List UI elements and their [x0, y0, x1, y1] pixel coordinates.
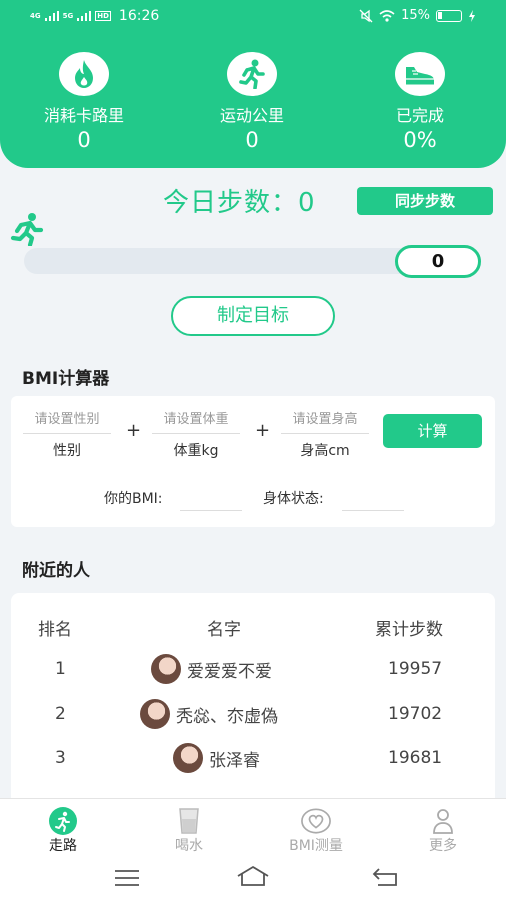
clock: 16:26: [118, 8, 160, 24]
charging-icon: [469, 9, 475, 22]
table-row[interactable]: 爱爱爱不爱: [151, 654, 272, 684]
stat-calories: 消耗卡路里 0: [0, 52, 168, 152]
stat-value: 0: [245, 128, 259, 152]
body-status-label: 身体状态:: [263, 491, 324, 507]
tab-more[interactable]: 更多: [380, 807, 506, 855]
table-row[interactable]: 秃惢、夵虚偽: [140, 699, 278, 729]
row-steps: 19957: [388, 659, 443, 679]
mute-icon: [359, 9, 373, 22]
stat-value: 0%: [403, 128, 437, 152]
stat-label: 运动公里: [219, 106, 284, 125]
stats-row: 消耗卡路里 0 运动公里 0 已完成 0%: [0, 52, 506, 152]
weight-placeholder: 请设置体重: [152, 408, 240, 434]
height-field[interactable]: 请设置身高 身高cm: [281, 408, 369, 460]
sync-steps-button[interactable]: 同步步数: [357, 187, 493, 215]
status-bar: 4G 5G HD 16:26 15%: [0, 0, 506, 32]
wifi-icon: [379, 9, 395, 22]
stat-distance: 运动公里 0: [168, 52, 336, 152]
tab-label: 走路: [49, 838, 77, 854]
row-rank: 1: [55, 659, 66, 679]
walk-icon: [48, 807, 78, 835]
table-row[interactable]: 张泽睿: [173, 743, 260, 773]
network-2-label: 5G: [62, 12, 74, 20]
step-progress-value: 0: [395, 245, 481, 278]
row-steps: 19702: [388, 704, 443, 724]
today-steps-count: 0: [298, 188, 316, 218]
stat-value: 0: [77, 128, 91, 152]
bottom-tab-bar: 走路 喝水 BMI测量 更多: [0, 798, 506, 900]
row-steps: 19681: [388, 748, 443, 768]
row-name: 张泽睿: [209, 750, 260, 771]
tab-walk[interactable]: 走路: [0, 807, 126, 855]
header-name: 名字: [207, 620, 241, 640]
tab-label: 更多: [429, 838, 457, 854]
hd-badge: HD: [95, 11, 111, 21]
back-icon[interactable]: [372, 867, 398, 887]
set-goal-button[interactable]: 制定目标: [171, 296, 335, 336]
body-status-field: [342, 510, 404, 511]
header-steps: 累计步数: [375, 620, 443, 640]
person-icon: [428, 807, 458, 835]
heart-icon: [301, 807, 331, 835]
bmi-card: 请设置性别 性别 + 请设置体重 体重kg + 请设置身高 身高cm 计算 你的…: [11, 396, 495, 527]
tab-water[interactable]: 喝水: [126, 807, 252, 855]
tab-label: 喝水: [175, 838, 203, 854]
avatar: [173, 743, 203, 773]
bmi-section-title: BMI计算器: [22, 369, 110, 389]
today-steps-label: 今日步数：: [163, 188, 299, 218]
network-1-label: 4G: [30, 12, 41, 20]
stat-completed: 已完成 0%: [336, 52, 504, 152]
avatar: [151, 654, 181, 684]
cup-icon: [174, 807, 204, 835]
tab-label: BMI测量: [289, 838, 343, 854]
calculate-button[interactable]: 计算: [383, 414, 482, 448]
runner-icon: [227, 52, 277, 96]
stat-label: 已完成: [395, 106, 444, 125]
stat-label: 消耗卡路里: [43, 106, 124, 125]
bmi-result-label: 你的BMI:: [104, 491, 163, 507]
gender-label: 性别: [53, 443, 81, 459]
height-placeholder: 请设置身高: [281, 408, 369, 434]
row-rank: 3: [55, 748, 66, 768]
plus-sign: +: [126, 420, 142, 441]
header-panel: 4G 5G HD 16:26 15% 消耗卡路里 0 运动公里 0 已完成 0%: [0, 0, 506, 168]
menu-icon[interactable]: [114, 869, 140, 887]
signal-icon: [44, 11, 59, 21]
battery-percent: 15%: [401, 8, 430, 23]
height-label: 身高cm: [300, 443, 350, 459]
weight-field[interactable]: 请设置体重 体重kg: [152, 408, 240, 460]
gender-field[interactable]: 请设置性别 性别: [23, 408, 111, 460]
row-name: 爱爱爱不爱: [187, 661, 272, 682]
battery-icon: [436, 9, 462, 22]
fire-icon: [59, 52, 109, 96]
plus-sign: +: [255, 420, 271, 441]
system-nav-bar: [0, 861, 506, 891]
runner-icon: [10, 213, 44, 246]
row-name: 秃惢、夵虚偽: [176, 706, 278, 727]
signal-icon: [77, 11, 92, 21]
header-rank: 排名: [38, 620, 72, 640]
shoe-icon: [395, 52, 445, 96]
tab-bmi[interactable]: BMI测量: [253, 807, 379, 855]
home-icon[interactable]: [236, 865, 270, 887]
weight-label: 体重kg: [173, 443, 219, 459]
gender-placeholder: 请设置性别: [23, 408, 111, 434]
bmi-result-field: [180, 510, 242, 511]
today-steps: 今日步数：0: [163, 182, 316, 219]
row-rank: 2: [55, 704, 66, 724]
nearby-section-title: 附近的人: [22, 561, 90, 581]
avatar: [140, 699, 170, 729]
nearby-ranking-card: 排名 名字 累计步数 1 爱爱爱不爱 19957 2 秃惢、夵虚偽 19702 …: [11, 593, 495, 823]
